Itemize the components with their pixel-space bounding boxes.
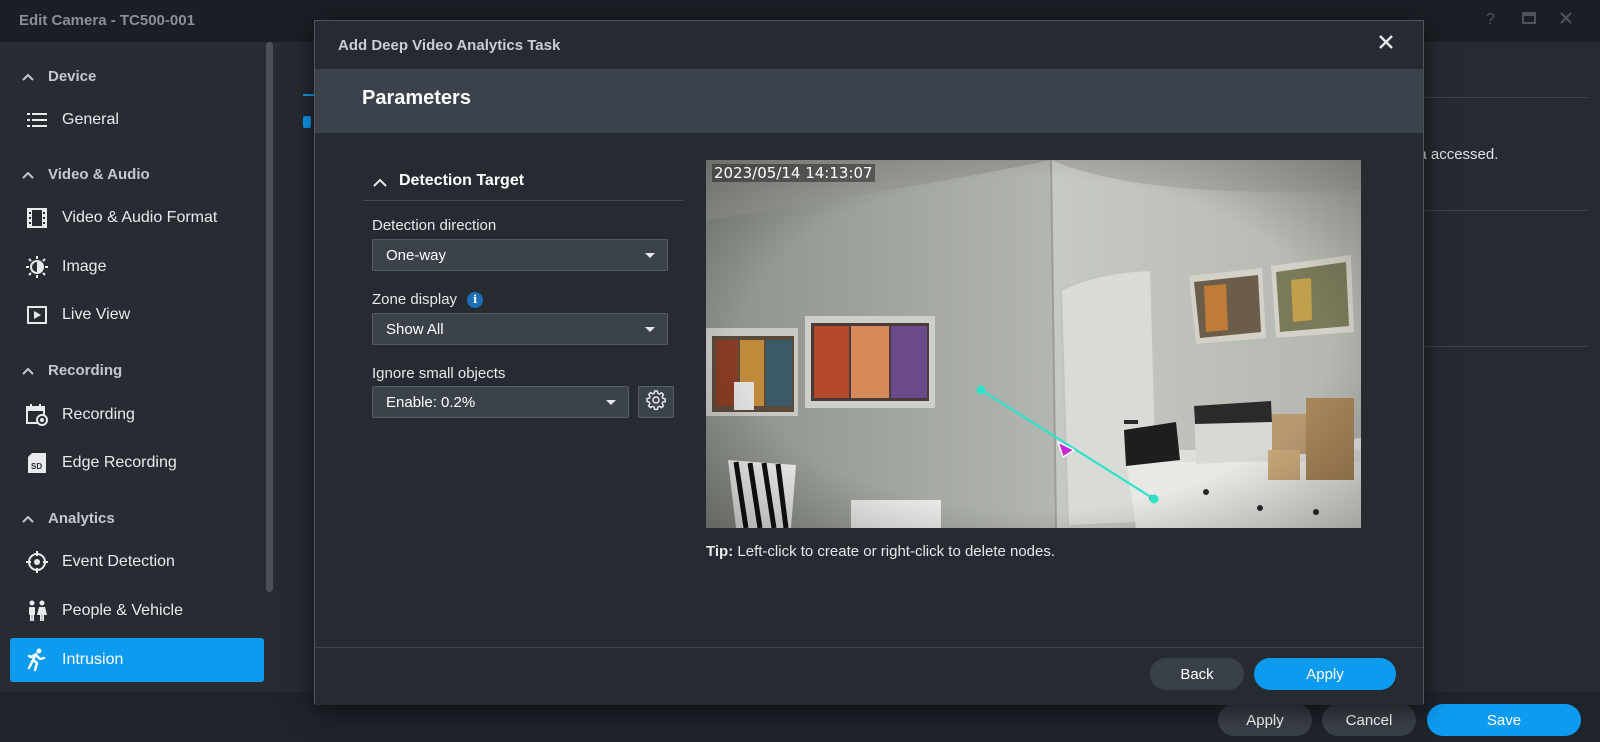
sidebar-item-label: Image xyxy=(62,258,107,275)
sidebar-scrollbar[interactable] xyxy=(266,42,273,592)
sidebar-group-label: Analytics xyxy=(48,509,115,527)
calendar-record-icon xyxy=(26,404,48,426)
sidebar-item-event-detection[interactable]: Event Detection xyxy=(10,540,264,584)
info-icon[interactable]: i xyxy=(467,291,484,308)
select-value: Enable: 0.2% xyxy=(386,393,476,411)
dialog-footer: Back Apply xyxy=(315,648,1423,705)
sidebar-group-video-audio[interactable]: Video & Audio xyxy=(22,162,150,186)
chevron-up-icon xyxy=(373,174,387,188)
dialog-header: Add Deep Video Analytics Task xyxy=(315,21,1423,69)
add-task-dialog: Add Deep Video Analytics Task Parameters… xyxy=(314,20,1424,705)
caret-down-icon xyxy=(606,400,616,405)
sidebar-item-people-vehicle[interactable]: People & Vehicle xyxy=(10,589,264,633)
sidebar-item-live-view[interactable]: Live View xyxy=(10,293,264,337)
section-band: Parameters xyxy=(315,69,1423,133)
camera-preview[interactable]: 2023/05/14 14:13:07 xyxy=(706,160,1361,528)
divider xyxy=(1420,346,1588,347)
maximize-icon[interactable] xyxy=(1522,11,1536,29)
window-title: Edit Camera - TC500-001 xyxy=(19,12,195,29)
zone-display-label: Zone display i xyxy=(372,291,484,308)
settings-button[interactable] xyxy=(638,386,674,418)
play-icon xyxy=(26,304,48,326)
film-icon xyxy=(26,207,48,229)
divider xyxy=(1420,97,1588,98)
svg-text:SD: SD xyxy=(31,462,42,471)
back-button[interactable]: Back xyxy=(1150,658,1244,690)
people-icon xyxy=(26,600,48,622)
ignore-small-objects-select[interactable]: Enable: 0.2% xyxy=(372,386,629,418)
sidebar-group-analytics[interactable]: Analytics xyxy=(22,506,115,530)
brightness-icon xyxy=(26,256,48,278)
zone-display-select[interactable]: Show All xyxy=(372,313,668,345)
section-band-title: Parameters xyxy=(362,87,471,109)
sidebar-item-intrusion[interactable]: Intrusion xyxy=(10,638,264,682)
detection-target-title: Detection Target xyxy=(399,171,525,189)
dialog-title: Add Deep Video Analytics Task xyxy=(338,37,561,54)
sidebar-item-image[interactable]: Image xyxy=(10,245,264,289)
ignore-small-objects-label: Ignore small objects xyxy=(372,365,506,382)
sidebar-item-label: Intrusion xyxy=(62,651,124,668)
sidebar-group-label: Video & Audio xyxy=(48,165,150,183)
tip-prefix: Tip: xyxy=(706,543,734,560)
close-icon[interactable] xyxy=(1560,11,1572,29)
sidebar-group-device[interactable]: Device xyxy=(22,64,96,88)
caret-down-icon xyxy=(645,327,655,332)
camera-scene xyxy=(706,160,1361,528)
sidebar-item-edge-recording[interactable]: SD Edge Recording xyxy=(10,441,264,485)
checkbox[interactable] xyxy=(303,116,311,128)
sidebar-item-label: People & Vehicle xyxy=(62,602,183,619)
sidebar-item-video-audio-format[interactable]: Video & Audio Format xyxy=(10,196,264,240)
divider xyxy=(1420,210,1588,211)
sidebar-item-general[interactable]: General xyxy=(10,98,264,142)
detection-target-header[interactable]: Detection Target xyxy=(363,169,683,201)
sidebar-item-recording[interactable]: Recording xyxy=(10,393,264,437)
sidebar-item-label: Recording xyxy=(62,406,135,423)
detection-direction-select[interactable]: One-way xyxy=(372,239,668,271)
gear-icon xyxy=(646,390,666,414)
chevron-up-icon xyxy=(22,367,34,379)
sidebar-group-recording[interactable]: Recording xyxy=(22,358,122,382)
running-person-icon xyxy=(26,648,48,672)
sidebar-item-label: Video & Audio Format xyxy=(62,209,218,226)
sidebar: Device General Video & Audio Video & Aud… xyxy=(0,42,278,692)
apply-button[interactable]: Apply xyxy=(1218,704,1312,736)
tip-body: Left-click to create or right-click to d… xyxy=(733,543,1056,560)
sidebar-item-label: General xyxy=(62,111,119,128)
sidebar-item-label: Live View xyxy=(62,306,131,323)
save-button[interactable]: Save xyxy=(1427,704,1581,736)
sd-card-icon: SD xyxy=(26,452,48,474)
preview-timestamp: 2023/05/14 14:13:07 xyxy=(712,164,875,182)
close-icon[interactable] xyxy=(1379,35,1399,55)
chevron-up-icon xyxy=(22,515,34,527)
sidebar-group-label: Device xyxy=(48,67,97,85)
sidebar-item-label: Event Detection xyxy=(62,553,175,570)
caret-down-icon xyxy=(645,253,655,258)
apply-button[interactable]: Apply xyxy=(1254,658,1396,690)
sidebar-item-label: Edge Recording xyxy=(62,454,177,471)
select-value: Show All xyxy=(386,320,444,338)
select-value: One-way xyxy=(386,246,447,264)
help-icon[interactable]: ? xyxy=(1486,11,1495,29)
sidebar-group-label: Recording xyxy=(48,361,123,379)
tip-text: Tip: Left-click to create or right-click… xyxy=(706,543,1055,560)
detection-direction-label: Detection direction xyxy=(372,217,497,234)
list-icon xyxy=(26,109,48,131)
crosshair-icon xyxy=(26,551,48,573)
cancel-button[interactable]: Cancel xyxy=(1322,704,1416,736)
chevron-up-icon xyxy=(22,73,34,85)
chevron-up-icon xyxy=(22,171,34,183)
